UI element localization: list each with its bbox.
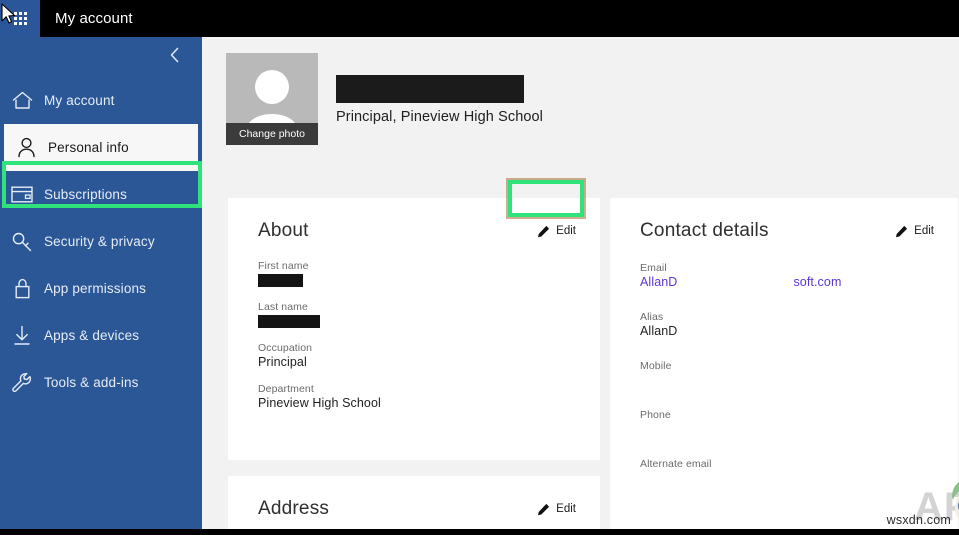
field-department: Department Pineview High School	[228, 383, 600, 410]
field-label: Email	[640, 262, 667, 274]
email-suffix: soft.com	[793, 275, 842, 289]
field-value	[640, 422, 928, 436]
field-label: Alias	[640, 311, 664, 323]
field-value	[640, 373, 928, 387]
contact-details-card: Contact details Edit Email AllanD soft.c…	[610, 198, 958, 535]
field-label: Alternate email	[640, 458, 712, 470]
sidebar-item-my-account[interactable]: My account	[0, 77, 202, 124]
address-edit-button[interactable]: Edit	[533, 500, 580, 519]
sidebar-item-label: My account	[44, 93, 115, 108]
about-edit-button[interactable]: Edit	[533, 222, 580, 241]
top-header-bar: My account	[0, 0, 959, 37]
about-card: About Edit First name Last name Occupati…	[228, 198, 600, 460]
field-mobile: Mobile	[610, 360, 958, 387]
field-label: Last name	[258, 301, 308, 313]
field-alternate-email: Alternate email	[610, 458, 958, 485]
page-title: My account	[55, 10, 133, 27]
credit-card-icon	[0, 186, 44, 203]
left-sidebar: My account Personal info Subscriptions S…	[0, 37, 202, 529]
sidebar-item-label: Apps & devices	[44, 328, 140, 343]
key-icon	[0, 231, 44, 253]
field-email: Email AllanD soft.com	[610, 262, 958, 289]
pencil-icon	[896, 225, 908, 237]
address-edit-label: Edit	[556, 503, 576, 515]
person-icon	[4, 137, 48, 158]
field-phone: Phone	[610, 409, 958, 436]
address-card-header: Address Edit	[228, 476, 600, 520]
address-card: Address Edit No information available	[228, 476, 600, 535]
email-value-row[interactable]: AllanD soft.com	[640, 274, 928, 289]
sidebar-item-label: Personal info	[48, 140, 129, 155]
profile-photo[interactable]: Change photo	[226, 53, 318, 145]
field-value: Principal	[258, 355, 307, 369]
bottom-black-bar	[0, 529, 959, 535]
sidebar-item-apps-devices[interactable]: Apps & devices	[0, 312, 202, 359]
profile-name-redacted	[336, 75, 524, 103]
pencil-icon	[538, 503, 550, 515]
email-redacted-gap	[677, 274, 793, 289]
chevron-left-icon	[170, 47, 178, 63]
field-label: Mobile	[640, 360, 672, 372]
field-value: AllanD	[640, 324, 678, 338]
email-prefix: AllanD	[640, 275, 678, 289]
contact-card-title: Contact details	[640, 220, 769, 241]
wrench-icon	[0, 372, 44, 394]
sidebar-item-personal-info[interactable]: Personal info	[4, 124, 198, 171]
sidebar-item-subscriptions[interactable]: Subscriptions	[0, 171, 202, 218]
contact-edit-label: Edit	[914, 225, 934, 237]
field-label: First name	[258, 260, 309, 272]
site-credit: wsxdn.com	[886, 513, 951, 527]
field-first-name: First name	[228, 260, 600, 287]
contact-card-header: Contact details Edit	[610, 198, 958, 242]
app-launcher-button[interactable]	[0, 0, 40, 37]
sidebar-collapse-button[interactable]	[166, 47, 182, 63]
profile-text-block: Principal, Pineview High School	[336, 53, 543, 125]
address-card-title: Address	[258, 498, 330, 519]
field-label: Phone	[640, 409, 671, 421]
pencil-icon	[538, 225, 550, 237]
download-icon	[0, 325, 44, 346]
field-value: Pineview High School	[258, 396, 381, 410]
my-account-page: My account My account Personal info Subs…	[0, 0, 959, 535]
profile-header: Change photo Principal, Pineview High Sc…	[226, 53, 543, 145]
sidebar-item-tools-add-ins[interactable]: Tools & add-ins	[0, 359, 202, 406]
sidebar-nav-list: My account Personal info Subscriptions S…	[0, 77, 202, 406]
sidebar-item-security-privacy[interactable]: Security & privacy	[0, 218, 202, 265]
sidebar-item-label: Security & privacy	[44, 234, 155, 249]
contact-edit-button[interactable]: Edit	[891, 222, 938, 241]
field-value-redacted	[258, 315, 320, 328]
app-launcher-waffle-icon	[13, 12, 27, 25]
field-value-redacted	[258, 274, 303, 287]
field-alias: Alias AllanD	[610, 311, 958, 338]
field-last-name: Last name	[228, 301, 600, 328]
lock-icon	[0, 278, 44, 299]
main-content: Change photo Principal, Pineview High Sc…	[202, 37, 959, 535]
field-label: Department	[258, 383, 314, 395]
sidebar-item-label: Tools & add-ins	[44, 375, 139, 390]
sidebar-item-label: App permissions	[44, 281, 147, 296]
field-value	[640, 471, 928, 485]
change-photo-button[interactable]: Change photo	[226, 123, 318, 145]
home-icon	[0, 91, 44, 110]
about-card-title: About	[258, 220, 309, 241]
sidebar-collapse-row	[0, 37, 202, 71]
field-occupation: Occupation Principal	[228, 342, 600, 369]
sidebar-item-app-permissions[interactable]: App permissions	[0, 265, 202, 312]
about-card-header: About Edit	[228, 198, 600, 242]
about-edit-label: Edit	[556, 225, 576, 237]
sidebar-item-label: Subscriptions	[44, 187, 127, 202]
profile-subtitle: Principal, Pineview High School	[336, 109, 544, 125]
field-label: Occupation	[258, 342, 313, 354]
